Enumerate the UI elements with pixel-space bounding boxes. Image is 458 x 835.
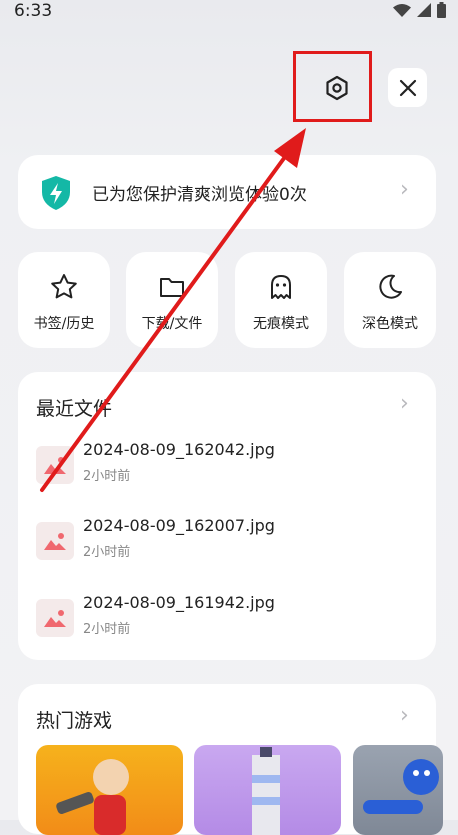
file-name: 2024-08-09_161942.jpg [83,593,275,612]
annotation-highlight-box [293,51,372,122]
wifi-icon [393,4,411,17]
ghost-icon [271,275,291,299]
image-file-icon [36,522,74,560]
star-icon [51,274,77,299]
close-icon [399,79,416,96]
chevron-right-icon: › [400,177,409,202]
protection-text: 已为您保护清爽浏览体验0次 [92,185,307,205]
file-time: 2小时前 [83,622,131,637]
file-time: 2小时前 [83,469,131,484]
downloads-files-button[interactable]: 下载/文件 [126,252,218,348]
recent-file-item[interactable]: 2024-08-09_161942.jpg 2小时前 [36,593,436,649]
image-file-icon [36,599,74,637]
recent-files-card: 最近文件 › 2024-08-09_162042.jpg 2小时前 2024-0… [18,372,436,660]
shield-icon [42,176,70,210]
dark-mode-label: 深色模式 [362,316,418,332]
image-file-icon [36,446,74,484]
status-time: 6:33 [14,1,53,21]
file-name: 2024-08-09_162007.jpg [83,516,275,535]
battery-icon [437,2,446,18]
game-thumbnail[interactable] [353,745,443,835]
incognito-mode-label: 无痕模式 [253,316,309,332]
recent-file-item[interactable]: 2024-08-09_162007.jpg 2小时前 [36,516,436,572]
bookmarks-history-button[interactable]: 书签/历史 [18,252,110,348]
file-time: 2小时前 [83,545,131,560]
game-thumbnail[interactable] [36,745,183,835]
status-icons [393,2,446,18]
incognito-mode-button[interactable]: 无痕模式 [235,252,327,348]
file-name: 2024-08-09_162042.jpg [83,440,275,459]
downloads-files-label: 下载/文件 [141,316,203,332]
folder-icon [160,278,184,297]
bookmarks-history-label: 书签/历史 [33,316,95,332]
recent-file-item[interactable]: 2024-08-09_162042.jpg 2小时前 [36,440,436,496]
close-button[interactable] [388,68,427,107]
dark-mode-button[interactable]: 深色模式 [344,252,436,348]
hot-games-title: 热门游戏 [36,710,113,732]
chevron-right-icon[interactable]: › [400,703,409,728]
recent-files-title: 最近文件 [36,398,113,420]
chevron-right-icon[interactable]: › [400,391,409,416]
signal-icon [417,3,431,17]
status-bar: 6:33 [0,0,458,24]
protection-card[interactable]: 已为您保护清爽浏览体验0次 › [18,155,436,229]
moon-icon [379,274,402,299]
game-thumbnail[interactable] [194,745,341,835]
